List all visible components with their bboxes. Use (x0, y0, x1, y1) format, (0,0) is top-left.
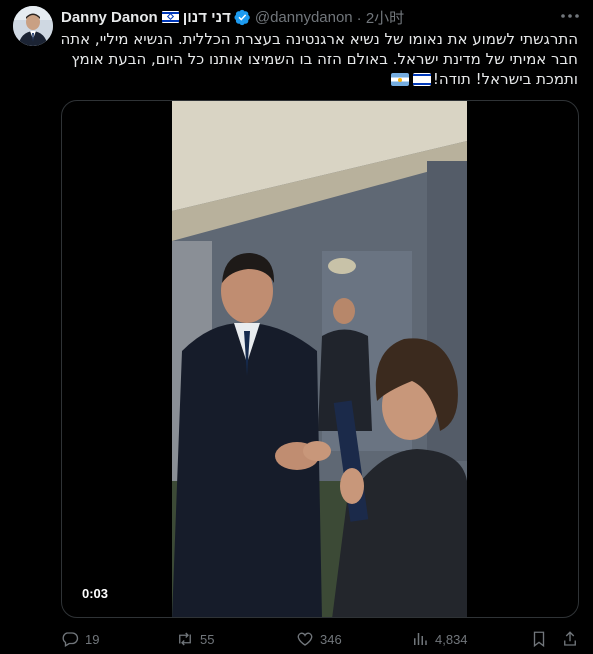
author-display-name[interactable]: Danny Danon (61, 9, 158, 26)
views-button[interactable]: 4,834 (411, 628, 468, 650)
reply-count: 19 (85, 631, 100, 647)
author-handle[interactable]: @dannydanon (255, 9, 353, 26)
tweet[interactable]: Danny Danon דני דנון @dannydanon · 2小时 ה… (0, 0, 593, 654)
tweet-actions: 19 55 346 4,834 (61, 628, 583, 650)
author-hebrew-name[interactable]: דני דנון (183, 9, 231, 26)
share-button[interactable] (561, 628, 585, 650)
tweet-text-line: התרגשתי לשמוע את נאומו של נשיא ארגנטינה … (60, 30, 578, 48)
retweet-button[interactable]: 55 (176, 628, 214, 650)
views-icon (414, 633, 427, 645)
retweet-icon (179, 632, 191, 646)
reply-button[interactable]: 19 (61, 628, 99, 650)
video-frame[interactable] (172, 101, 467, 617)
bookmark-icon (533, 631, 545, 648)
like-count: 346 (320, 631, 342, 647)
like-button[interactable]: 346 (296, 628, 342, 650)
heart-icon (297, 632, 313, 646)
tweet-text-line: חבר אמיתי של מדינת ישראל. באולם הזה בו ה… (71, 50, 578, 68)
video-timestamp: 0:03 (82, 586, 109, 601)
views-count: 4,834 (435, 631, 468, 647)
tweet-text-line-content: ותמכת בישראל! תודה! (432, 70, 578, 88)
share-icon (564, 631, 576, 646)
argentina-flag-emoji (390, 73, 409, 86)
reply-icon (62, 632, 79, 647)
tweet-text-line: ותמכת בישראל! תודה! (60, 69, 578, 89)
tweet-time[interactable]: · 2小时 (357, 7, 405, 28)
tweet-text: התרגשתי לשמוע את נאומו של נשיא ארגנטינה … (60, 29, 578, 89)
video-player[interactable]: 0:03 (61, 100, 579, 618)
verified-badge-icon[interactable] (234, 9, 251, 26)
tweet-header: Danny Danon דני דנון @dannydanon · 2小时 (61, 7, 404, 27)
bookmark-button[interactable] (530, 628, 554, 650)
israel-flag-icon (161, 11, 179, 23)
more-options-icon[interactable] (558, 8, 582, 24)
retweet-count: 55 (200, 631, 215, 647)
israel-flag-emoji (412, 73, 431, 86)
avatar[interactable] (13, 6, 53, 46)
